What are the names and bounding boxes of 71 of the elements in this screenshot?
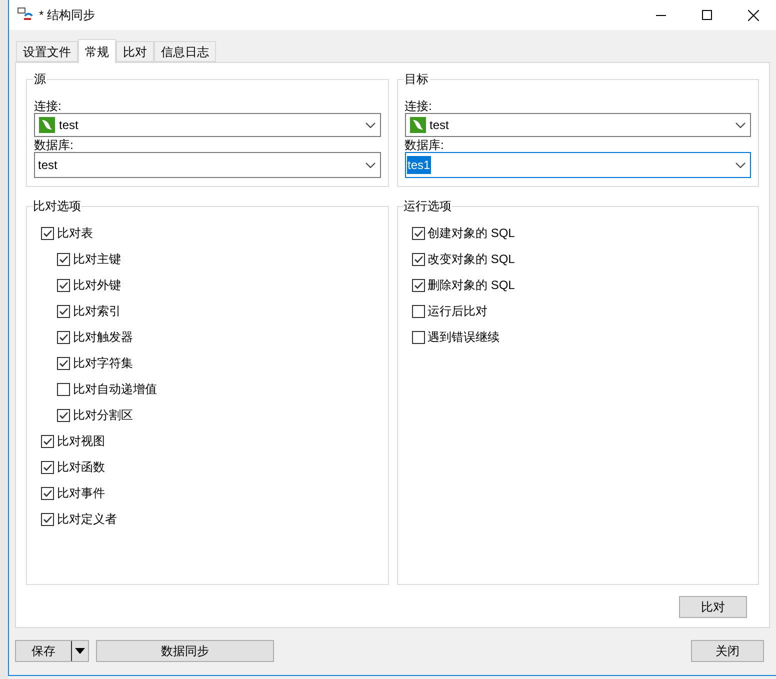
field-label: 连接: [404, 99, 433, 113]
database-dropdown[interactable]: test [34, 152, 380, 178]
tab[interactable]: 比对 [116, 41, 154, 62]
group-title: 运行选项 [404, 198, 452, 214]
checkbox-label[interactable]: 比对分割区 [73, 406, 133, 424]
checkbox[interactable] [57, 382, 70, 396]
connection-dropdown[interactable]: test [34, 113, 380, 137]
dropdown-caret-icon [364, 122, 376, 128]
checkbox[interactable] [41, 460, 54, 474]
minimize-icon [656, 14, 666, 16]
sync-button[interactable]: 数据同步 [96, 640, 274, 662]
checkbox[interactable] [57, 252, 70, 266]
checkbox-label[interactable]: 比对定义者 [57, 510, 117, 528]
checkbox-label[interactable]: 比对事件 [57, 484, 105, 502]
checkbox[interactable] [412, 330, 424, 344]
checkbox-label[interactable]: 比对视图 [57, 432, 105, 450]
maximize-icon [702, 10, 712, 20]
checkbox-label[interactable]: 比对索引 [73, 302, 121, 320]
checkbox-label[interactable]: 比对触发器 [73, 328, 133, 346]
dropdown-value: test [59, 117, 80, 134]
checkbox[interactable] [57, 408, 70, 422]
checkbox-label[interactable]: 比对字符集 [73, 354, 133, 372]
dropdown-value: tes1 [406, 156, 432, 174]
checkbox-label[interactable]: 比对自动递增值 [73, 380, 157, 398]
dropdown-caret-icon [364, 162, 376, 168]
connection-dropdown[interactable]: test [404, 113, 751, 137]
checkbox-label[interactable]: 删除对象的 SQL [428, 276, 515, 294]
dropdown-value: test [430, 117, 450, 134]
tab[interactable]: 设置文件 [16, 41, 78, 62]
checkbox[interactable] [57, 278, 70, 292]
close-icon [748, 10, 758, 20]
checkbox-label[interactable]: 运行后比对 [428, 302, 488, 320]
save-split-button[interactable]: 保存 [15, 640, 89, 662]
group-title: 源 [33, 71, 47, 87]
checkbox-label[interactable]: 创建对象的 SQL [428, 224, 515, 242]
dropdown-value: test [37, 157, 58, 174]
window-title: * 结构同步 [39, 7, 96, 24]
checkbox[interactable] [41, 434, 54, 448]
sync-icon [17, 7, 33, 23]
close-dialog-button[interactable]: 关闭 [691, 640, 764, 662]
checkbox-label[interactable]: 比对外键 [73, 276, 121, 294]
checkbox[interactable] [412, 278, 424, 292]
checkbox[interactable] [57, 304, 70, 318]
dolphin-icon [410, 117, 426, 133]
checkbox-label[interactable]: 改变对象的 SQL [428, 250, 515, 268]
database-dropdown[interactable]: tes1 [404, 152, 751, 178]
dolphin-icon [39, 117, 55, 133]
checkbox-label[interactable]: 比对表 [57, 224, 93, 242]
checkbox[interactable] [412, 304, 424, 318]
tab[interactable]: 常规 [78, 39, 116, 63]
field-label: 数据库: [404, 138, 445, 152]
dropdown-caret-icon [735, 122, 746, 128]
checkbox-label[interactable]: 比对函数 [57, 458, 105, 476]
checkbox[interactable] [41, 226, 54, 240]
checkbox[interactable] [41, 486, 54, 500]
checkbox-label[interactable]: 遇到错误继续 [428, 328, 500, 346]
checkbox[interactable] [41, 512, 54, 526]
field-label: 数据库: [34, 138, 74, 152]
save-label: 保存 [16, 641, 72, 661]
checkbox-label[interactable]: 比对主键 [73, 250, 121, 268]
tab[interactable]: 信息日志 [154, 41, 216, 62]
group-title: 目标 [404, 71, 430, 87]
field-label: 连接: [34, 99, 62, 113]
dropdown-caret-icon [735, 162, 746, 168]
checkbox[interactable] [412, 252, 424, 266]
checkbox[interactable] [412, 226, 424, 240]
group-title: 比对选项 [33, 198, 81, 214]
compare-button[interactable]: 比对 [679, 596, 747, 618]
checkbox[interactable] [57, 356, 70, 370]
checkbox[interactable] [57, 330, 70, 344]
dropdown-arrow-icon [75, 648, 85, 654]
